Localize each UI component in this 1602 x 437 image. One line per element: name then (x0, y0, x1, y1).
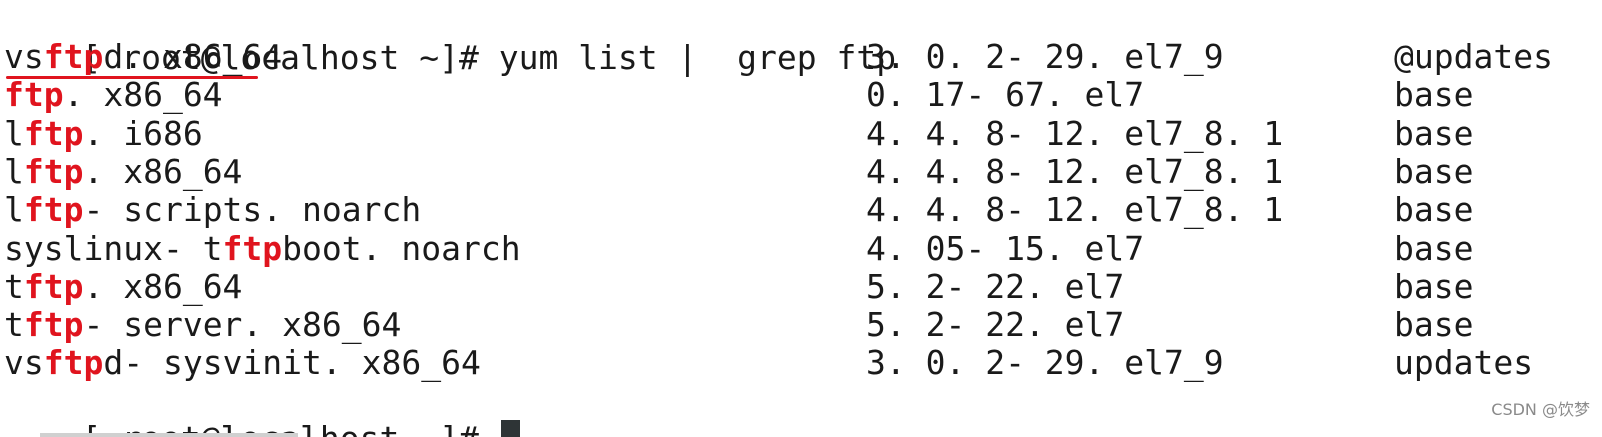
package-name-prefix: l (4, 151, 24, 191)
package-name-suffix: d- sysvinit. x86_64 (103, 343, 481, 383)
watermark-text: CSDN @饮梦 (1491, 400, 1590, 419)
package-name-prefix: t (4, 305, 24, 345)
package-version: 0. 17- 67. el7 (866, 75, 1145, 115)
package-repo: base (1394, 228, 1474, 268)
package-version: 4. 4. 8- 12. el7_8. 1 (866, 151, 1284, 191)
table-row: lftp. i686 4. 4. 8- 12. el7_8. 1 base (4, 114, 1602, 153)
package-name-prefix: vs (4, 37, 44, 76)
final-prompt-line[interactable]: [ root@localhost ~]# (2, 380, 1600, 437)
match-highlight: ftp (23, 305, 84, 345)
package-version: 5. 2- 22. el7 (866, 266, 1125, 306)
package-version: 3. 0. 2- 29. el7_9 (866, 343, 1224, 383)
package-repo: base (1394, 305, 1474, 345)
table-row: tftp- server. x86_64 5. 2- 22. el7 base (4, 305, 1602, 344)
package-name: lftp. x86_64 (4, 152, 242, 191)
package-version: 4. 4. 8- 12. el7_8. 1 (866, 113, 1284, 153)
package-repo: base (1394, 266, 1474, 306)
package-version: 5. 2- 22. el7 (866, 305, 1125, 345)
package-repo: @updates (1394, 37, 1553, 76)
terminal-window[interactable]: [ root@localhost ~]# yum list | grep ftp… (0, 0, 1602, 437)
match-highlight: ftp (4, 75, 64, 115)
package-name-prefix: l (4, 190, 24, 230)
package-name: lftp- scripts. noarch (4, 190, 421, 229)
package-repo: base (1394, 151, 1474, 191)
package-name-suffix: . x86_64 (83, 266, 243, 306)
package-version: 3. 0. 2- 29. el7_9 (866, 37, 1224, 76)
package-name-prefix: l (4, 113, 24, 153)
package-name-prefix: syslinux- t (4, 228, 223, 268)
table-row: lftp- scripts. noarch 4. 4. 8- 12. el7_8.… (4, 190, 1602, 229)
package-name: lftp. i686 (4, 114, 203, 153)
table-row: syslinux- tftpboot. noarch 4. 05- 15. el7… (4, 229, 1602, 268)
horizontal-scrollbar[interactable] (40, 433, 298, 437)
package-name: vsftpd. x86_64 (4, 37, 282, 76)
package-version: 4. 4. 8- 12. el7_8. 1 (866, 190, 1284, 230)
package-repo: base (1394, 113, 1474, 153)
match-highlight: ftp (43, 343, 104, 383)
package-name: vsftpd- sysvinit. x86_64 (4, 343, 481, 382)
package-name: tftp. x86_64 (4, 267, 242, 306)
package-name-suffix: boot. noarch (282, 228, 521, 268)
package-name-suffix: . i686 (83, 113, 203, 153)
package-name-prefix: vs (4, 343, 44, 383)
package-name-suffix: - server. x86_64 (83, 305, 402, 345)
package-name-suffix: . x86_64 (63, 75, 223, 115)
text-cursor (500, 420, 520, 437)
package-version: 4. 05- 15. el7 (866, 228, 1145, 268)
package-name-suffix: . x86_64 (83, 151, 243, 191)
match-highlight: ftp (222, 228, 283, 268)
match-highlight: ftp (43, 37, 104, 76)
package-name: ftp. x86_64 (4, 75, 223, 114)
package-repo: updates (1394, 343, 1534, 383)
table-row: tftp. x86_64 5. 2- 22. el7 base (4, 267, 1602, 306)
table-row: lftp. x86_64 4. 4. 8- 12. el7_8. 1 base (4, 152, 1602, 191)
package-name-prefix: t (4, 266, 24, 306)
match-highlight: ftp (23, 151, 84, 191)
package-repo: base (1394, 75, 1474, 115)
match-highlight: ftp (23, 190, 84, 230)
package-name: syslinux- tftpboot. noarch (4, 229, 521, 268)
package-name-suffix: - scripts. noarch (83, 190, 422, 230)
table-row: vsftpd. x86_64 3. 0. 2- 29. el7_9 @updates (4, 37, 1602, 76)
package-name: tftp- server. x86_64 (4, 305, 401, 344)
command-line: [ root@localhost ~]# yum list | grep ftp (2, 0, 1600, 77)
package-name-suffix: d. x86_64 (103, 37, 283, 76)
package-repo: base (1394, 190, 1474, 230)
table-row: vsftpd- sysvinit. x86_64 3. 0. 2- 29. el7… (4, 343, 1602, 382)
table-row: ftp. x86_64 0. 17- 67. el7 base (4, 75, 1602, 114)
match-highlight: ftp (23, 266, 84, 306)
annotation-underline (6, 76, 258, 79)
match-highlight: ftp (23, 113, 84, 153)
